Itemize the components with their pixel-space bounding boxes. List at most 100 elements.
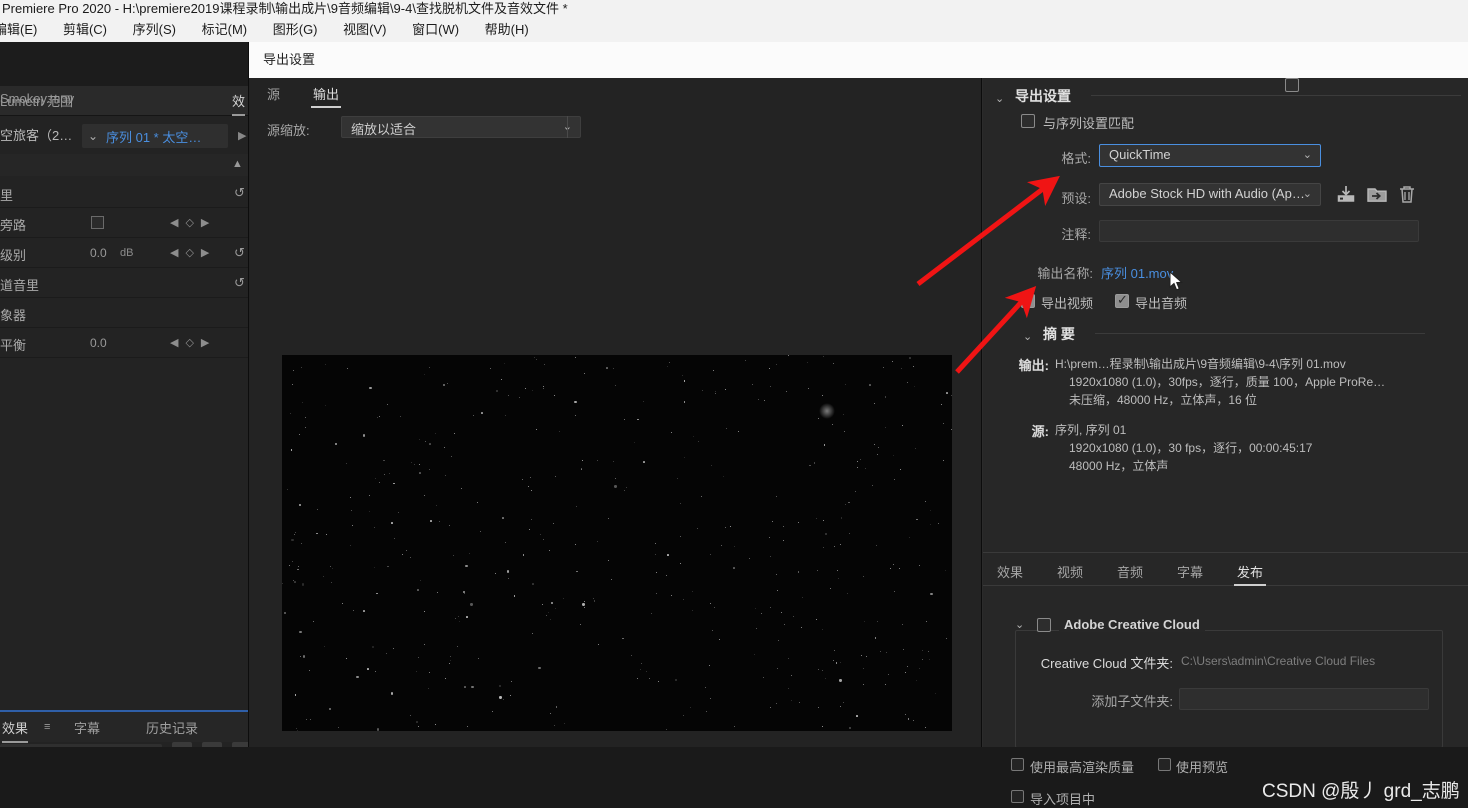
star-dot	[420, 580, 422, 582]
tab-video[interactable]: 视频	[1057, 562, 1083, 581]
star-dot	[756, 627, 758, 629]
menu-item-view[interactable]: 视图(V)	[332, 18, 397, 42]
export-audio-checkbox[interactable]	[1115, 292, 1129, 308]
chevron-down-icon[interactable]: ⌄	[1015, 618, 1024, 631]
star-dot	[540, 534, 542, 536]
star-dot	[350, 510, 352, 512]
use-previews-checkbox[interactable]	[1158, 758, 1171, 771]
keyframe-nav-icons[interactable]: ◀◇▶	[170, 216, 216, 229]
star-dot	[528, 528, 530, 530]
reset-icon[interactable]: ↺	[234, 275, 245, 291]
menu-item-edit[interactable]: 编辑(E)	[0, 18, 48, 42]
chevron-down-icon[interactable]: ⌄	[995, 92, 1004, 105]
star-dot	[598, 643, 600, 645]
effect-row[interactable]: 级别 0.0 dB ◀◇▶ ↺	[0, 238, 254, 268]
reset-icon[interactable]: ↺	[234, 185, 245, 201]
effect-row-value[interactable]: 0.0	[90, 246, 107, 260]
star-dot	[621, 637, 624, 640]
effect-row[interactable]: 平衡 0.0 ◀◇▶	[0, 328, 254, 358]
collapse-caret-icon[interactable]: ▲	[232, 158, 243, 170]
app-menu-bar[interactable]: 编辑(E) 剪辑(C) 序列(S) 标记(M) 图形(G) 视图(V) 窗口(W…	[0, 18, 1468, 42]
star-dot	[614, 485, 617, 488]
star-dot	[418, 438, 420, 440]
menu-item-sequence[interactable]: 序列(S)	[122, 18, 187, 42]
star-dot	[818, 706, 820, 708]
star-dot	[832, 424, 834, 426]
effect-row-label: 象器	[0, 308, 27, 323]
use-max-render-quality-checkbox[interactable]	[1011, 758, 1024, 771]
save-preset-icon[interactable]	[1335, 183, 1357, 205]
star-dot	[857, 460, 859, 462]
star-dot	[563, 723, 565, 725]
tab-effects[interactable]: 效果	[2, 718, 29, 743]
sequence-selector[interactable]: ⌄ 序列 01 * 太空…	[82, 124, 228, 148]
star-dot	[363, 434, 366, 437]
star-dot	[843, 701, 845, 703]
keyframe-nav-icons[interactable]: ◀◇▶	[170, 336, 216, 349]
panel-menu-icon[interactable]: ≡	[44, 721, 50, 733]
reset-icon[interactable]: ↺	[234, 245, 245, 261]
menu-item-window[interactable]: 窗口(W)	[401, 18, 470, 42]
format-select[interactable]: QuickTime ⌄	[1099, 144, 1321, 167]
tab-effects[interactable]: 效果	[997, 562, 1023, 581]
comment-label: 注释:	[1061, 227, 1091, 242]
video-preview-frame[interactable]	[282, 355, 952, 731]
effect-row[interactable]: 旁路 ◀◇▶	[0, 208, 254, 238]
star-dot	[708, 665, 710, 667]
star-dot	[424, 374, 426, 376]
comment-input[interactable]	[1099, 220, 1419, 242]
star-dot	[297, 568, 299, 571]
match-sequence-checkbox[interactable]	[1021, 114, 1035, 128]
menu-item-clip[interactable]: 剪辑(C)	[52, 18, 118, 42]
delete-preset-icon[interactable]	[1396, 183, 1418, 205]
left-bottom-tab-strip[interactable]: 效果 字幕 历史记录 ≡	[0, 712, 254, 743]
star-dot	[692, 609, 694, 611]
bypass-checkbox[interactable]	[91, 216, 104, 229]
import-preset-icon[interactable]	[1366, 183, 1388, 205]
star-dot	[450, 455, 452, 457]
effect-row[interactable]: 道音里 ↺	[0, 268, 254, 298]
import-into-project-checkbox[interactable]	[1011, 790, 1024, 803]
keyframe-nav-icons[interactable]: ◀◇▶	[170, 246, 216, 259]
creative-cloud-checkbox[interactable]	[1037, 618, 1051, 632]
star-dot	[892, 454, 894, 456]
chevron-down-icon[interactable]: ⌄	[1023, 330, 1032, 343]
effect-row[interactable]: 象器	[0, 298, 254, 328]
tab-publish[interactable]: 发布	[1233, 562, 1267, 586]
left-panel-clip-selector-row[interactable]: 空旅客（2… ⌄ 序列 01 * 太空… ▶	[0, 122, 254, 150]
star-dot	[597, 459, 599, 461]
effect-row-value[interactable]: 0.0	[90, 336, 107, 350]
tab-captions[interactable]: 字幕	[74, 718, 100, 737]
star-dot	[507, 394, 509, 396]
source-scaling-select[interactable]: 缩放以适合 ⌄	[341, 116, 581, 138]
star-dot	[905, 671, 907, 673]
creative-cloud-subfolder-input[interactable]	[1179, 688, 1429, 710]
star-dot	[410, 715, 411, 717]
tab-output[interactable]: 输出	[310, 84, 342, 108]
menu-item-graphics[interactable]: 图形(G)	[262, 18, 329, 42]
export-video-checkbox[interactable]	[1021, 292, 1035, 308]
star-dot	[884, 396, 887, 398]
star-dot	[596, 540, 598, 542]
star-dot	[553, 724, 555, 726]
star-dot	[839, 705, 842, 708]
play-arrow-icon[interactable]: ▶	[238, 129, 246, 142]
tab-source[interactable]: 源	[267, 84, 280, 103]
tab-history[interactable]: 历史记录	[146, 718, 198, 737]
tab-effect-controls[interactable]: 效	[232, 91, 246, 116]
star-dot	[892, 361, 894, 363]
menu-item-marker[interactable]: 标记(M)	[191, 18, 259, 42]
star-dot	[884, 684, 886, 686]
effect-row[interactable]: 里 ↺	[0, 178, 254, 208]
star-dot	[726, 428, 728, 430]
menu-item-help[interactable]: 帮助(H)	[474, 18, 540, 42]
tab-lumetri-scopes[interactable]: Lumetri 范围	[0, 91, 73, 110]
preset-select[interactable]: Adobe Stock HD with Audio (Appl… ⌄	[1099, 183, 1321, 206]
star-dot	[913, 386, 915, 388]
tab-captions[interactable]: 字幕	[1177, 562, 1203, 581]
settings-tab-strip[interactable]: 效果 视频 音频 字幕 发布	[983, 552, 1468, 586]
star-dot	[640, 662, 642, 664]
output-name-link[interactable]: 序列 01.mov	[1101, 263, 1173, 282]
left-panel-tab-strip[interactable]: Smokey.mov Lumetri 范围 效	[0, 86, 254, 116]
tab-audio[interactable]: 音频	[1117, 562, 1143, 581]
